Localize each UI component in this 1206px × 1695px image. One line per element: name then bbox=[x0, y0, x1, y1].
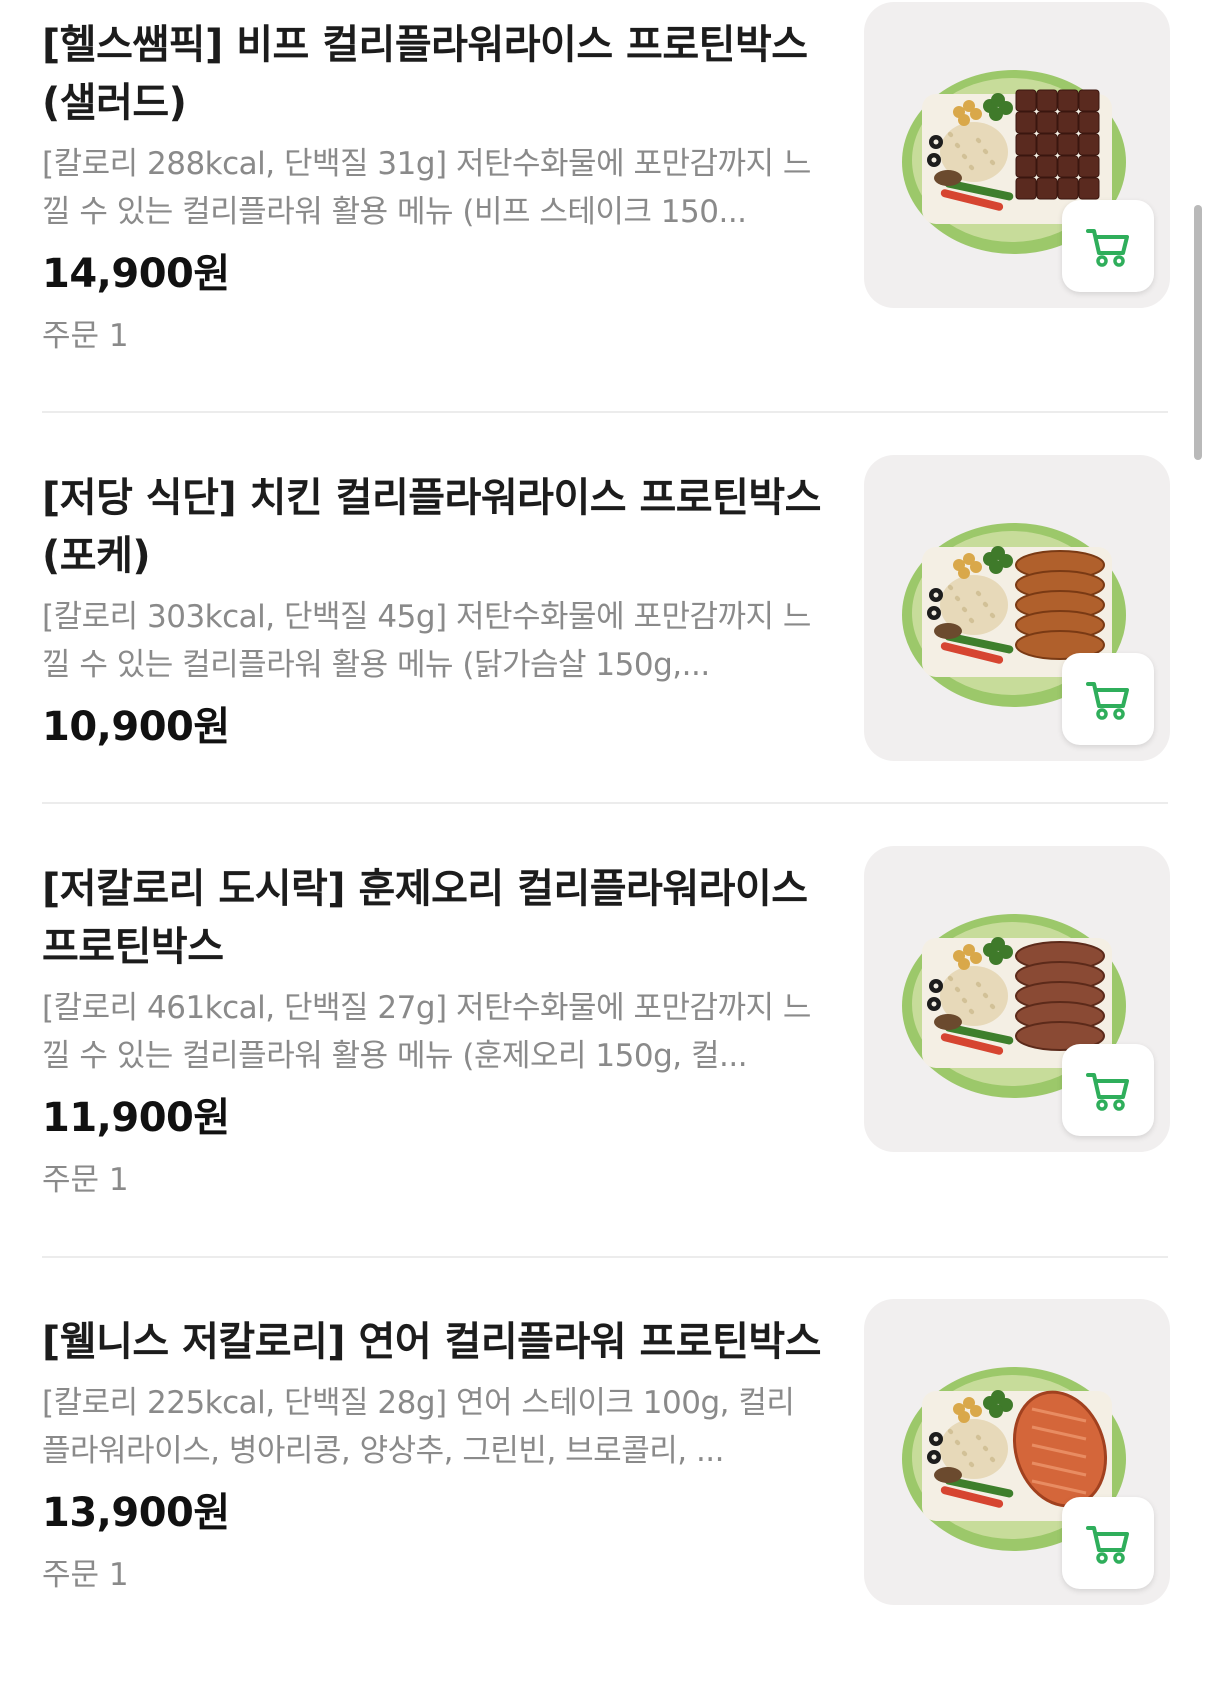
cart-icon bbox=[1086, 229, 1129, 267]
scrollbar[interactable] bbox=[1194, 205, 1202, 460]
product-price: 13,900원 bbox=[42, 1490, 230, 1536]
divider bbox=[42, 1256, 1168, 1258]
product-info: [헬스쌤픽] 비프 컬리플라워라이스 프로틴박스 (샐러드) [칼로리 288k… bbox=[42, 16, 822, 358]
divider bbox=[42, 802, 1168, 804]
order-count: 주문 1 bbox=[42, 318, 129, 354]
product-description: [칼로리 461kcal, 단백질 27g] 저탄수화물에 포만감까지 느낄 수… bbox=[42, 990, 811, 1074]
product-item[interactable]: [헬스쌤픽] 비프 컬리플라워라이스 프로틴박스 (샐러드) [칼로리 288k… bbox=[42, 2, 1170, 362]
add-to-cart-button[interactable] bbox=[1062, 1044, 1154, 1136]
product-title[interactable]: [웰니스 저칼로리] 연어 컬리플라워 프로틴박스 bbox=[42, 1313, 822, 1371]
product-title[interactable]: [헬스쌤픽] 비프 컬리플라워라이스 프로틴박스 (샐러드) bbox=[42, 16, 822, 132]
order-count: 주문 1 bbox=[42, 1162, 129, 1198]
product-title[interactable]: [저칼로리 도시락] 훈제오리 컬리플라워라이스 프로틴박스 bbox=[42, 860, 822, 976]
product-image[interactable] bbox=[864, 1299, 1170, 1605]
product-price: 10,900원 bbox=[42, 704, 230, 750]
cart-icon bbox=[1086, 1073, 1129, 1111]
product-title[interactable]: [저당 식단] 치킨 컬리플라워라이스 프로틴박스 (포케) bbox=[42, 469, 822, 585]
add-to-cart-button[interactable] bbox=[1062, 200, 1154, 292]
add-to-cart-button[interactable] bbox=[1062, 653, 1154, 745]
product-item[interactable]: [저당 식단] 치킨 컬리플라워라이스 프로틴박스 (포케) [칼로리 303k… bbox=[42, 455, 1170, 761]
product-image[interactable] bbox=[864, 846, 1170, 1152]
product-image[interactable] bbox=[864, 2, 1170, 308]
product-info: [웰니스 저칼로리] 연어 컬리플라워 프로틴박스 [칼로리 225kcal, … bbox=[42, 1313, 822, 1597]
order-count: 주문 1 bbox=[42, 1557, 129, 1593]
product-price: 14,900원 bbox=[42, 251, 230, 297]
product-description: [칼로리 303kcal, 단백질 45g] 저탄수화물에 포만감까지 느낄 수… bbox=[42, 599, 811, 683]
product-info: [저당 식단] 치킨 컬리플라워라이스 프로틴박스 (포케) [칼로리 303k… bbox=[42, 469, 822, 755]
product-price: 11,900원 bbox=[42, 1095, 230, 1141]
product-description: [칼로리 225kcal, 단백질 28g] 연어 스테이크 100g, 컬리플… bbox=[42, 1385, 795, 1469]
product-image[interactable] bbox=[864, 455, 1170, 761]
product-item[interactable]: [웰니스 저칼로리] 연어 컬리플라워 프로틴박스 [칼로리 225kcal, … bbox=[42, 1299, 1170, 1659]
cart-icon bbox=[1086, 682, 1129, 720]
cart-icon bbox=[1086, 1526, 1129, 1564]
product-list: [헬스쌤픽] 비프 컬리플라워라이스 프로틴박스 (샐러드) [칼로리 288k… bbox=[0, 0, 1206, 1695]
add-to-cart-button[interactable] bbox=[1062, 1497, 1154, 1589]
divider bbox=[42, 411, 1168, 413]
product-description: [칼로리 288kcal, 단백질 31g] 저탄수화물에 포만감까지 느낄 수… bbox=[42, 146, 811, 230]
product-info: [저칼로리 도시락] 훈제오리 컬리플라워라이스 프로틴박스 [칼로리 461k… bbox=[42, 860, 822, 1202]
product-item[interactable]: [저칼로리 도시락] 훈제오리 컬리플라워라이스 프로틴박스 [칼로리 461k… bbox=[42, 846, 1170, 1206]
